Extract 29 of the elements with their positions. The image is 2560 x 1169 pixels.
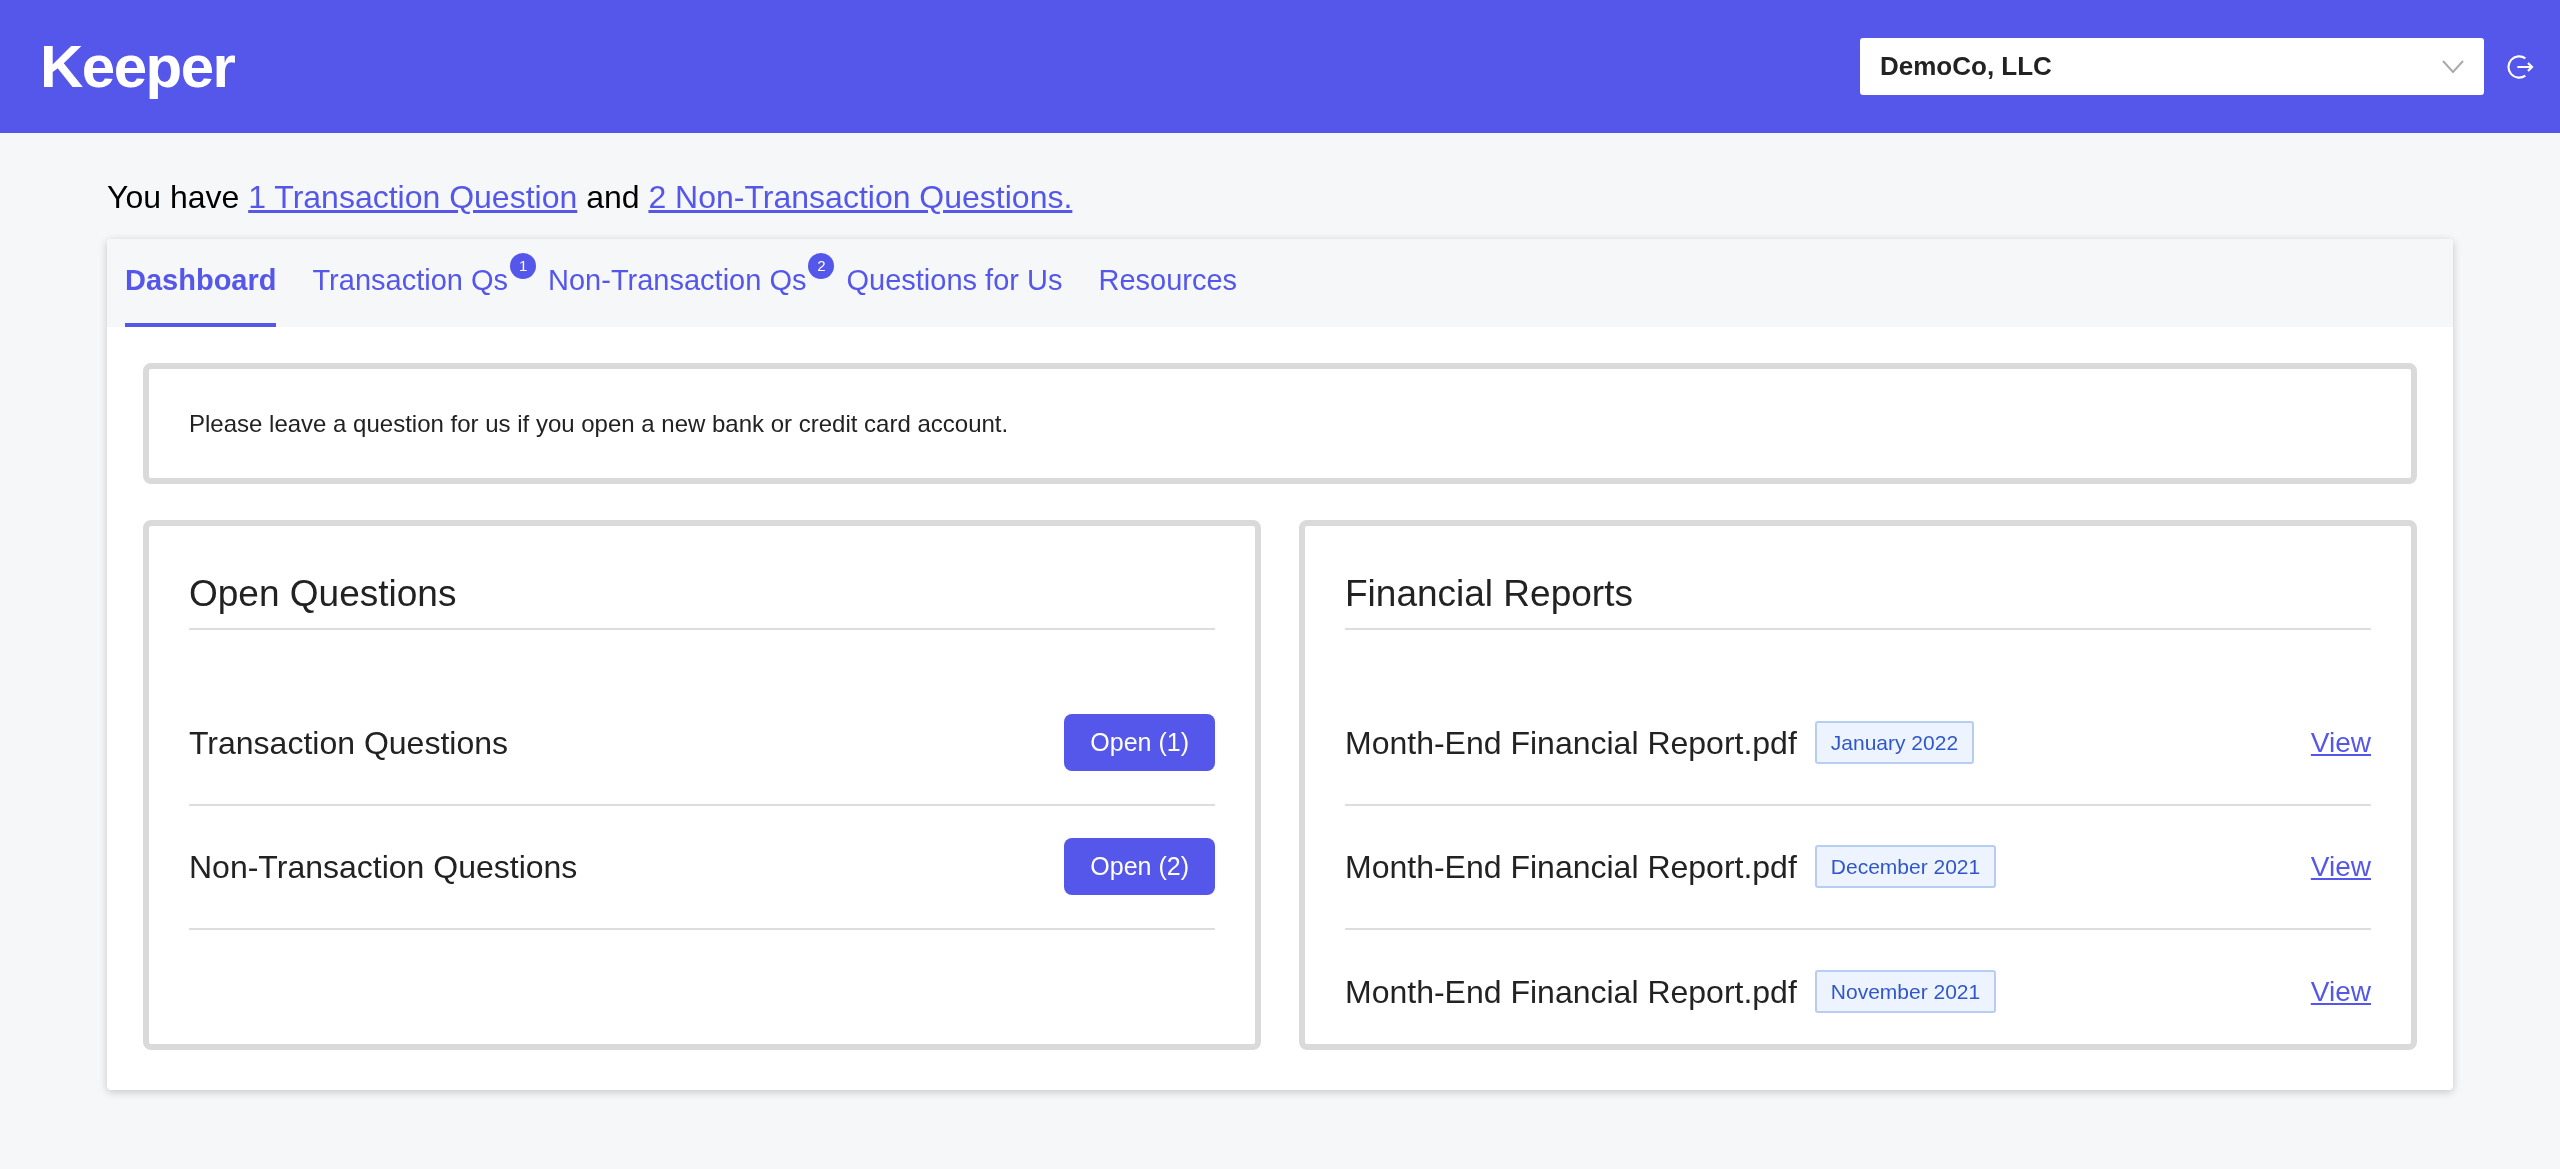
logo: Keeper: [40, 31, 235, 102]
view-link[interactable]: View: [2310, 721, 2371, 764]
report-file-name: Month-End Financial Report.pdf: [1345, 972, 1797, 1012]
view-link[interactable]: View: [2310, 970, 2371, 1013]
transaction-question-link[interactable]: 1 Transaction Question: [248, 179, 578, 215]
period-tag: November 2021: [1814, 969, 1997, 1014]
report-file-name: Month-End Financial Report.pdf: [1345, 847, 1797, 887]
panel-title: Open Questions: [189, 566, 1215, 630]
question-category: Transaction Questions: [189, 723, 508, 763]
period-tag: December 2021: [1814, 844, 1997, 889]
period-tag: January 2022: [1814, 720, 1975, 765]
tab[interactable]: Transaction Qs 1: [312, 239, 537, 327]
tab[interactable]: Dashboard: [125, 239, 277, 327]
company-select[interactable]: DemoCo, LLC: [1860, 38, 2484, 95]
report-file-name: Month-End Financial Report.pdf: [1345, 723, 1797, 763]
non-transaction-questions-link[interactable]: 2 Non-Transaction Questions.: [648, 179, 1073, 215]
tab[interactable]: Non-Transaction Qs 2: [548, 239, 835, 327]
question-category: Non-Transaction Questions: [189, 847, 578, 887]
chevron-down-icon: [2442, 59, 2464, 74]
count-badge: 2: [808, 253, 835, 279]
tab[interactable]: Resources: [1098, 239, 1238, 327]
view-link[interactable]: View: [2310, 845, 2371, 888]
open-button[interactable]: Open (1): [1064, 714, 1215, 771]
questions-summary: You have 1 Transaction Question and 2 Non-Transaction Questions.: [107, 178, 1074, 217]
tab[interactable]: Questions for Us: [846, 239, 1063, 327]
count-badge: 1: [510, 253, 537, 279]
panel-title: Financial Reports: [1345, 566, 2371, 630]
open-button[interactable]: Open (2): [1064, 838, 1215, 895]
notice-text: Please leave a question for us if you open a new bank or credit card account.: [189, 408, 1009, 439]
